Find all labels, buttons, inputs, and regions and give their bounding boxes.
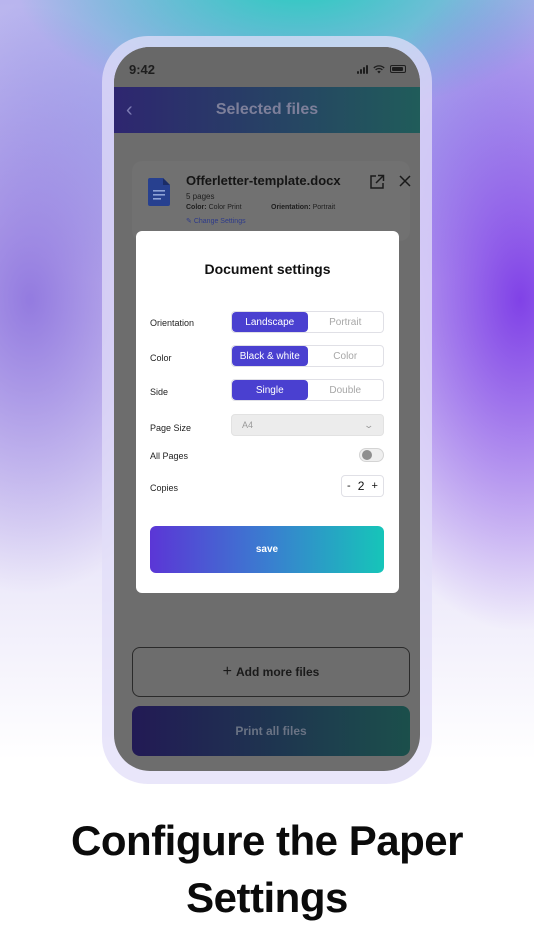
copies-value: 2 [357, 479, 365, 493]
change-settings-label: Change Settings [193, 218, 246, 225]
side-option-single[interactable]: Single [232, 380, 308, 400]
close-icon[interactable] [398, 174, 412, 188]
copies-stepper: - 2 + [341, 475, 384, 497]
document-settings-modal: Document settings Orientation Landscape … [136, 231, 399, 593]
orientation-label: Orientation [150, 318, 195, 328]
pencil-icon: ✎ [186, 218, 192, 225]
open-external-icon[interactable] [369, 174, 385, 190]
side-segmented-control: Single Double [231, 379, 384, 401]
color-option-color[interactable]: Color [308, 346, 384, 366]
side-label: Side [150, 387, 169, 397]
status-time: 9:42 [129, 61, 156, 77]
decrement-button[interactable]: - [347, 480, 351, 492]
file-card: Offerletter-template.docx 5 pages Color:… [132, 161, 412, 241]
save-button[interactable]: save [150, 526, 384, 573]
all-pages-label: All Pages [150, 451, 189, 461]
file-color-value: Color Print [208, 204, 242, 211]
file-orientation-value: Portrait [312, 204, 336, 211]
add-more-files-label: Add more files [235, 665, 320, 679]
page-title: Selected files [215, 101, 319, 118]
battery-icon [390, 65, 406, 73]
status-icons [357, 61, 406, 74]
file-orientation-label: Orientation: [271, 204, 311, 211]
file-orientation-meta: Orientation: Portrait [271, 204, 335, 211]
change-settings-link[interactable]: ✎ Change Settings [186, 217, 246, 225]
print-all-files-button[interactable]: Print all files [132, 706, 410, 756]
file-pages: 5 pages [186, 192, 215, 201]
modal-title: Document settings [204, 261, 331, 277]
orientation-option-landscape[interactable]: Landscape [232, 312, 308, 332]
status-bar: 9:42 [114, 47, 420, 87]
plus-icon: + [222, 663, 232, 680]
orientation-option-portrait[interactable]: Portrait [308, 312, 384, 332]
all-pages-toggle[interactable] [359, 448, 384, 462]
toggle-knob [362, 450, 372, 460]
color-option-black-white[interactable]: Black & white [232, 346, 308, 366]
document-icon [148, 178, 170, 206]
caption-line-1: Configure the Paper [71, 817, 463, 864]
add-more-files-button[interactable]: + Add more files [132, 647, 410, 697]
color-segmented-control: Black & white Color [231, 345, 384, 367]
file-color-label: Color: [186, 204, 207, 211]
print-all-files-label: Print all files [235, 724, 307, 738]
color-label: Color [150, 353, 172, 363]
side-option-double[interactable]: Double [308, 380, 384, 400]
wifi-icon [373, 64, 385, 73]
increment-button[interactable]: + [372, 480, 378, 492]
page-size-value: A4 [242, 420, 254, 430]
orientation-segmented-control: Landscape Portrait [231, 311, 384, 333]
signal-icon [357, 64, 368, 74]
file-color-meta: Color: Color Print [186, 204, 242, 211]
app-header: ‹ Selected files [114, 87, 420, 133]
page-size-select[interactable]: A4 ⌄ [231, 414, 384, 436]
chevron-down-icon: ⌄ [363, 419, 375, 430]
save-label: save [255, 544, 279, 555]
back-arrow-icon[interactable]: ‹ [126, 99, 146, 121]
promo-caption: Configure the Paper Settings [0, 812, 534, 926]
page-size-label: Page Size [150, 423, 192, 433]
file-name: Offerletter-template.docx [186, 173, 341, 188]
copies-label: Copies [150, 483, 179, 493]
caption-line-2: Settings [186, 874, 348, 921]
